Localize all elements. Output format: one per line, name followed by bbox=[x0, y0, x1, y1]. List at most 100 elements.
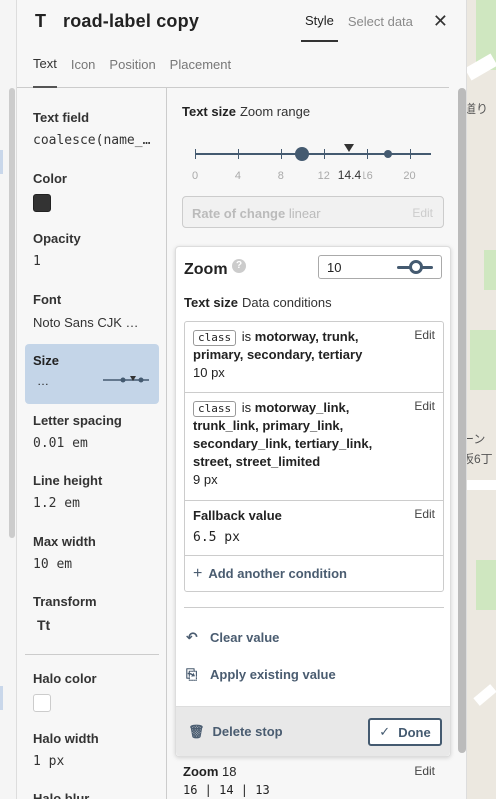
card-footer: 🗑 Delete stop ✓ Done bbox=[176, 706, 450, 756]
prop-value: 0.01 em bbox=[33, 436, 88, 451]
zoom-input[interactable]: 10 bbox=[318, 255, 442, 279]
fallback-label: Fallback value bbox=[193, 508, 282, 523]
prop-line-height[interactable]: Line height 1.2 em bbox=[33, 473, 163, 511]
strip-marker bbox=[0, 150, 3, 174]
prop-size[interactable]: Size … bbox=[25, 344, 159, 404]
condition-operator: is bbox=[241, 400, 252, 415]
prop-label: Font bbox=[33, 292, 62, 307]
prop-max-width[interactable]: Max width 10 em bbox=[33, 534, 163, 572]
conditions-list: class is motorway, trunk, primary, secon… bbox=[184, 321, 444, 592]
done-button[interactable]: ✓ Done bbox=[368, 718, 442, 746]
style-panel: T road-label copy Style Select data ✕ Te… bbox=[17, 0, 467, 799]
zoom-stop-handle[interactable] bbox=[384, 150, 393, 158]
current-zoom-label: 14.4 bbox=[335, 168, 364, 182]
rate-edit-button: Edit bbox=[412, 206, 433, 220]
rate-label: Rate of change linear bbox=[192, 206, 321, 221]
prop-letter-spacing[interactable]: Letter spacing 0.01 em bbox=[33, 413, 163, 451]
layer-title[interactable]: road-label copy bbox=[63, 11, 301, 32]
color-swatch[interactable] bbox=[33, 194, 51, 212]
prop-value: Noto Sans CJK … bbox=[33, 315, 139, 330]
slider-tick bbox=[237, 149, 239, 159]
fallback-value: 6.5 px bbox=[193, 530, 240, 545]
zoom18-edit-button[interactable]: Edit bbox=[414, 764, 435, 778]
prop-halo-blur[interactable]: Halo blur bbox=[33, 791, 163, 799]
subtab-position[interactable]: Position bbox=[109, 42, 155, 88]
prop-label: Color bbox=[33, 171, 67, 186]
subtab-text[interactable]: Text bbox=[33, 42, 57, 88]
fallback-row[interactable]: Fallback value 6.5 px Edit bbox=[185, 501, 443, 556]
prop-label: Transform bbox=[33, 594, 97, 609]
prop-label: Halo width bbox=[33, 731, 99, 746]
zoom-stop-card: Zoom ? 10 Text size Data conditions class… bbox=[175, 246, 451, 757]
zoom-range-slider[interactable]: 0 4 8 12 16 20 14.4 bbox=[191, 142, 431, 182]
prop-value: 1 bbox=[33, 254, 41, 269]
condition-field-chip: class bbox=[193, 330, 237, 346]
subtab-icon[interactable]: Icon bbox=[71, 42, 96, 88]
prop-halo-width[interactable]: Halo width 1 px bbox=[33, 731, 163, 769]
conditions-heading: Text size Data conditions bbox=[184, 294, 332, 312]
close-icon[interactable]: ✕ bbox=[433, 11, 448, 32]
zoom-stop-18-row[interactable]: Zoom 18 Edit 16 | 14 | 13 bbox=[183, 764, 443, 797]
slider-tick bbox=[366, 149, 368, 159]
clear-value-button[interactable]: ↶ Clear value bbox=[186, 629, 279, 646]
map-canvas[interactable]: 道り ーン 坂6丁 bbox=[466, 0, 496, 799]
delete-stop-button[interactable]: 🗑 Delete stop bbox=[188, 724, 283, 740]
zoom-stop-handle[interactable] bbox=[295, 147, 310, 161]
prop-opacity[interactable]: Opacity 1 bbox=[33, 231, 163, 269]
apply-existing-button[interactable]: ⎘ Apply existing value bbox=[186, 666, 336, 683]
zoom18-values: 16 | 14 | 13 bbox=[183, 783, 270, 797]
help-icon[interactable]: ? bbox=[232, 259, 246, 273]
map-label: 坂6丁 bbox=[466, 452, 493, 466]
prop-label: Line height bbox=[33, 473, 103, 488]
slider-track bbox=[195, 153, 431, 155]
slider-tick-label: 0 bbox=[191, 170, 199, 182]
prop-text-field[interactable]: Text field coalesce(name_… bbox=[33, 110, 163, 148]
prop-label: Letter spacing bbox=[33, 413, 122, 428]
conditions-sub: Data conditions bbox=[241, 295, 332, 310]
strip-marker bbox=[0, 686, 3, 710]
condition-row[interactable]: class is motorway, trunk, primary, secon… bbox=[185, 322, 443, 393]
rate-of-change-field: Rate of change linear Edit bbox=[182, 196, 444, 228]
fallback-edit-button[interactable]: Edit bbox=[414, 507, 435, 521]
prop-label: Halo color bbox=[33, 671, 97, 686]
rate-value: linear bbox=[288, 206, 321, 221]
size-editor: Text size Zoom range 0 4 8 12 16 20 14.4 Rate o… bbox=[167, 88, 457, 799]
prop-value: 1 px bbox=[33, 754, 65, 769]
prop-transform[interactable]: Transform Tt bbox=[33, 594, 163, 633]
property-subtabs: Text Icon Position Placement bbox=[17, 42, 449, 88]
transform-icon: Tt bbox=[37, 617, 51, 633]
rate-label-text: Rate of change bbox=[192, 206, 286, 221]
zoom-input-value[interactable]: 10 bbox=[327, 260, 341, 275]
condition-edit-button[interactable]: Edit bbox=[414, 328, 435, 342]
left-scrollbar[interactable] bbox=[9, 88, 15, 538]
check-icon: ✓ bbox=[379, 724, 391, 739]
zoom-slider-toggle-icon[interactable] bbox=[397, 260, 433, 274]
property-list: Text field coalesce(name_… Color Opacity… bbox=[17, 88, 167, 799]
apply-style-icon: ⎘ bbox=[186, 666, 198, 682]
tab-select-data[interactable]: Select data bbox=[344, 0, 417, 42]
subtab-placement[interactable]: Placement bbox=[170, 42, 231, 88]
condition-edit-button[interactable]: Edit bbox=[414, 399, 435, 413]
prop-label: Opacity bbox=[33, 231, 81, 246]
prop-halo-color[interactable]: Halo color bbox=[33, 671, 163, 712]
prop-value: coalesce(name_… bbox=[33, 133, 151, 148]
mini-zoom-slider-icon bbox=[103, 376, 149, 383]
condition-result: 10 px bbox=[193, 365, 225, 380]
tab-style[interactable]: Style bbox=[300, 0, 338, 42]
slider-tick-label: 12 bbox=[317, 170, 330, 182]
current-zoom-marker-icon bbox=[344, 144, 355, 152]
color-swatch[interactable] bbox=[33, 694, 51, 712]
zoom-title: Zoom bbox=[184, 261, 228, 278]
undo-icon: ↶ bbox=[186, 629, 198, 645]
prop-font[interactable]: Font Noto Sans CJK … bbox=[33, 292, 163, 330]
apply-existing-label: Apply existing value bbox=[210, 667, 336, 682]
slider-tick-label: 20 bbox=[403, 170, 416, 182]
panel-scrollbar[interactable] bbox=[458, 88, 466, 753]
conditions-label: Text size bbox=[184, 295, 238, 310]
prop-color[interactable]: Color bbox=[33, 171, 163, 212]
section-divider bbox=[25, 654, 159, 655]
clear-value-label: Clear value bbox=[210, 630, 280, 645]
add-condition-button[interactable]: + Add another condition bbox=[193, 565, 347, 583]
prop-label: Halo blur bbox=[33, 791, 90, 799]
condition-row[interactable]: class is motorway_link, trunk_link, prim… bbox=[185, 393, 443, 501]
